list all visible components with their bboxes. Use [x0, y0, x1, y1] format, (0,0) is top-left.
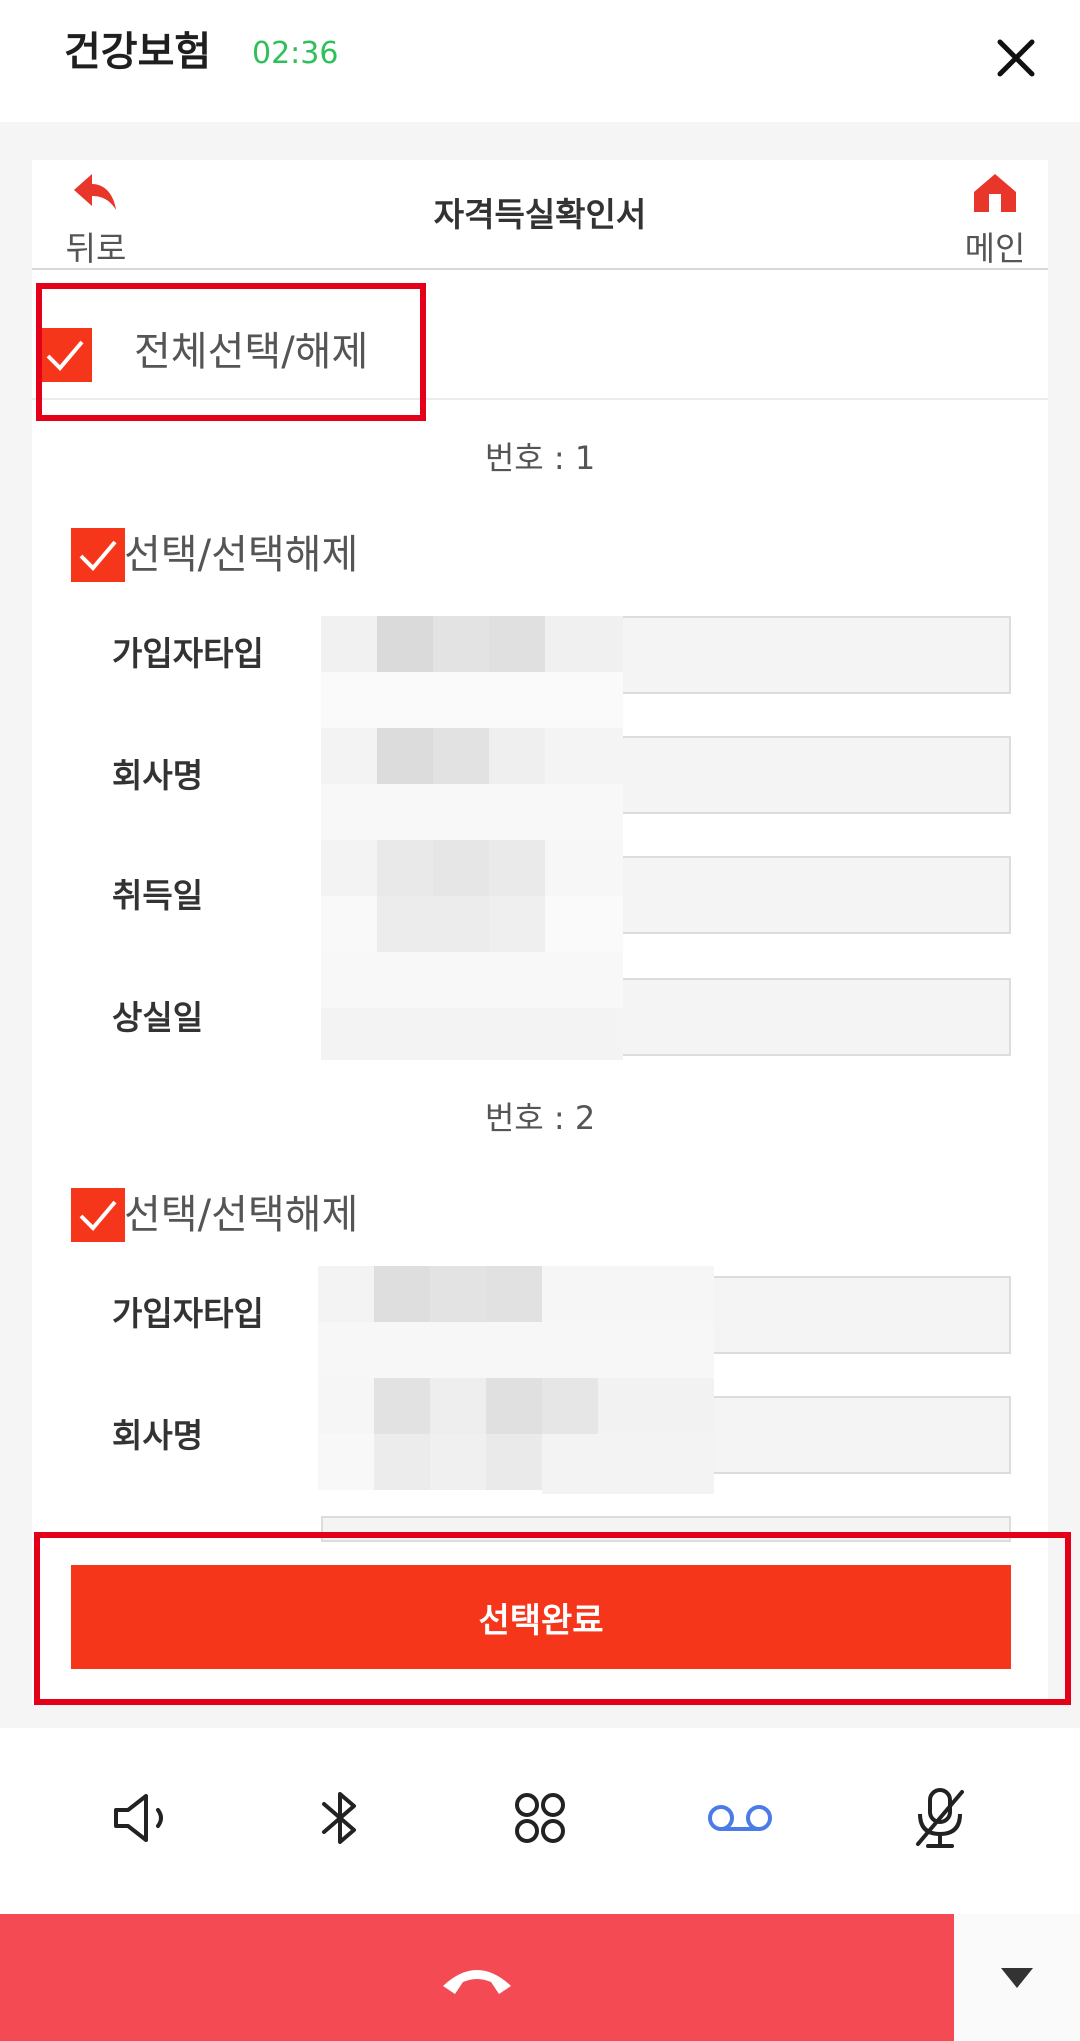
record-number-2: 번호 : 2 — [484, 1099, 596, 1137]
bluetooth-icon — [322, 1792, 356, 1844]
record-2-toggle-label[interactable]: 선택/선택해제 — [124, 1187, 358, 1243]
call-top-bar: 건강보험 02:36 — [0, 0, 1080, 122]
select-all-checkbox[interactable] — [38, 328, 92, 382]
keypad-icon — [515, 1793, 565, 1843]
checkmark-icon — [79, 1200, 117, 1231]
submit-button[interactable]: 선택완료 — [71, 1565, 1011, 1669]
field-label-company: 회사명 — [112, 1416, 204, 1455]
mute-mic-icon — [916, 1788, 964, 1848]
home-button[interactable]: 메인 — [950, 172, 1040, 268]
redacted-mosaic — [321, 616, 623, 1060]
field-label-company: 회사명 — [112, 756, 204, 795]
record-1-checkbox[interactable] — [71, 528, 125, 582]
close-icon — [997, 39, 1035, 77]
keypad-button[interactable] — [500, 1786, 580, 1850]
chevron-down-icon — [1001, 1967, 1033, 1988]
close-button[interactable] — [980, 22, 1052, 94]
voicemail-button[interactable] — [700, 1786, 780, 1850]
checkmark-icon — [46, 340, 84, 371]
record-number-1: 번호 : 1 — [484, 439, 596, 477]
field-label-acquired-date: 취득일 — [112, 876, 204, 915]
submit-label: 선택완료 — [478, 1600, 604, 1641]
home-label: 메인 — [964, 229, 1026, 268]
record-1-toggle-label[interactable]: 선택/선택해제 — [124, 527, 358, 583]
speaker-button[interactable] — [100, 1786, 180, 1850]
end-call-icon — [443, 1969, 511, 1994]
field-label-lost-date: 상실일 — [112, 998, 204, 1037]
document-header: 뒤로 자격득실확인서 메인 — [32, 160, 1048, 270]
call-app-title: 건강보험 — [64, 29, 212, 75]
end-call-button[interactable] — [0, 1914, 954, 2041]
speaker-icon — [114, 1794, 163, 1842]
bluetooth-button[interactable] — [300, 1786, 380, 1850]
field-label-subscriber-type: 가입자타입 — [112, 1294, 264, 1333]
mute-button[interactable] — [900, 1786, 980, 1850]
redacted-mosaic — [318, 1266, 714, 1494]
field-value-acquired-date — [321, 1516, 1011, 1542]
record-2-checkbox[interactable] — [71, 1188, 125, 1242]
voicemail-icon — [708, 1805, 772, 1831]
home-icon — [974, 174, 1016, 212]
field-label-subscriber-type: 가입자타입 — [112, 634, 264, 673]
select-all-label[interactable]: 전체선택/해제 — [134, 322, 368, 382]
collapse-button[interactable] — [954, 1914, 1080, 2041]
checkmark-icon — [79, 540, 117, 571]
document-title: 자격득실확인서 — [433, 195, 647, 234]
call-timer: 02:36 — [252, 36, 339, 71]
